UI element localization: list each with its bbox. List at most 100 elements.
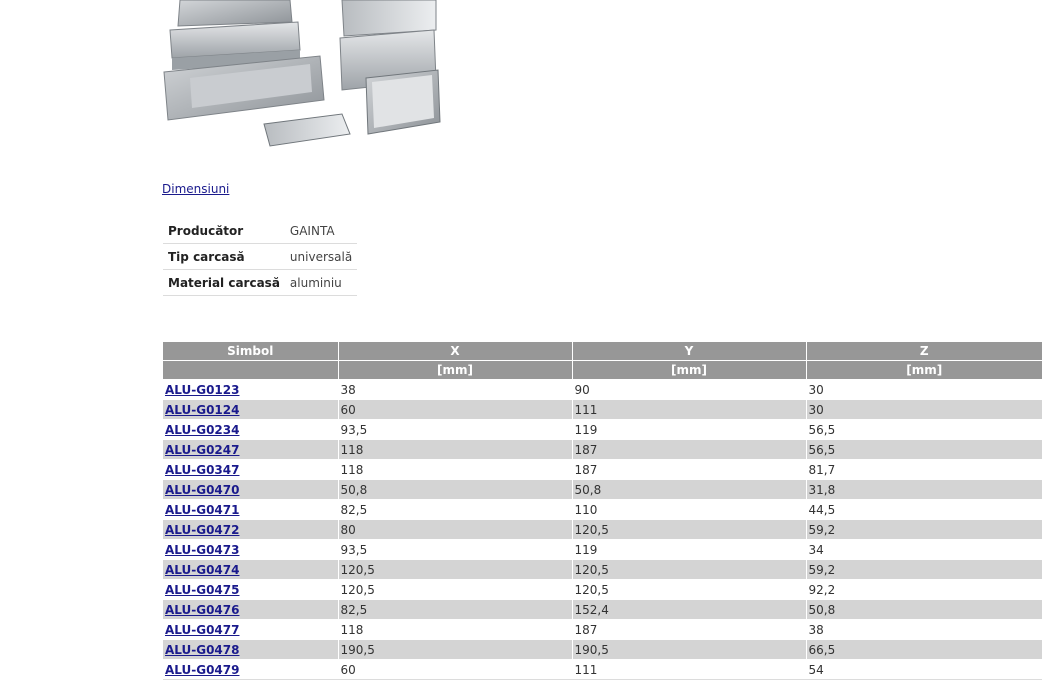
cell-y: 190,5 [571,639,806,660]
cell-x: 93,5 [337,539,572,560]
header-x: X [337,342,572,361]
table-row: ALU-G0473 93,5 119 34 [163,539,1042,560]
dimensions-table: Simbol X Y Z [mm] [mm] [mm] ALU-G0123 38 9… [163,342,1042,680]
product-symbol-link[interactable]: ALU-G0124 [165,403,239,417]
cell-x: 93,5 [337,419,572,440]
cell-x: 38 [337,379,572,400]
unit-x: [mm] [337,360,572,380]
cell-x: 60 [337,399,572,420]
product-symbol-link[interactable]: ALU-G0471 [165,503,239,517]
table-row: ALU-G0475 120,5 120,5 92,2 [163,579,1042,600]
cell-y: 119 [571,539,806,560]
product-symbol-link[interactable]: ALU-G0478 [165,643,239,657]
unit-symbol [163,360,338,380]
header-y: Y [571,342,806,361]
product-symbol-link[interactable]: ALU-G0247 [165,443,239,457]
cell-y: 50,8 [571,479,806,500]
cell-x: 190,5 [337,639,572,660]
cell-z: 38 [805,619,1042,640]
cell-symbol: ALU-G0123 [163,379,338,400]
cell-x: 120,5 [337,559,572,580]
cell-symbol: ALU-G0247 [163,439,338,460]
table-row: ALU-G0234 93,5 119 56,5 [163,419,1042,440]
cell-symbol: ALU-G0477 [163,619,338,640]
cell-x: 50,8 [337,479,572,500]
cell-x: 118 [337,459,572,480]
cell-z: 66,5 [805,639,1042,660]
header-z: Z [805,342,1042,361]
cell-symbol: ALU-G0347 [163,459,338,480]
table-row: ALU-G0478 190,5 190,5 66,5 [163,639,1042,660]
property-value: aluminiu [284,269,358,296]
table-row: ALU-G0470 50,8 50,8 31,8 [163,479,1042,500]
cell-z: 56,5 [805,419,1042,440]
cell-y: 120,5 [571,519,806,540]
cell-x: 60 [337,659,572,680]
product-symbol-link[interactable]: ALU-G0470 [165,483,239,497]
table-row: ALU-G0479 60 111 54 [163,659,1042,680]
cell-z: 92,2 [805,579,1042,600]
cell-symbol: ALU-G0473 [163,539,338,560]
cell-x: 118 [337,619,572,640]
product-symbol-link[interactable]: ALU-G0479 [165,663,239,677]
property-value: GAINTA [284,218,358,244]
property-row: Tip carcasă universală [163,243,358,270]
table-row: ALU-G0472 80 120,5 59,2 [163,519,1042,540]
cell-z: 59,2 [805,559,1042,580]
product-symbol-link[interactable]: ALU-G0477 [165,623,239,637]
property-label: Producător [163,218,285,244]
cell-x: 82,5 [337,499,572,520]
property-row: Producător GAINTA [163,218,358,244]
cell-z: 31,8 [805,479,1042,500]
unit-y: [mm] [571,360,806,380]
cell-z: 44,5 [805,499,1042,520]
cell-symbol: ALU-G0472 [163,519,338,540]
table-row: ALU-G0247 118 187 56,5 [163,439,1042,460]
cell-symbol: ALU-G0470 [163,479,338,500]
cell-symbol: ALU-G0474 [163,559,338,580]
cell-z: 30 [805,379,1042,400]
product-symbol-link[interactable]: ALU-G0474 [165,563,239,577]
cell-symbol: ALU-G0476 [163,599,338,620]
property-label: Tip carcasă [163,243,285,270]
cell-x: 118 [337,439,572,460]
product-symbol-link[interactable]: ALU-G0347 [165,463,239,477]
cell-y: 110 [571,499,806,520]
cell-y: 120,5 [571,559,806,580]
cell-symbol: ALU-G0479 [163,659,338,680]
product-symbol-link[interactable]: ALU-G0123 [165,383,239,397]
cell-z: 50,8 [805,599,1042,620]
cell-y: 187 [571,459,806,480]
product-symbol-link[interactable]: ALU-G0473 [165,543,239,557]
product-image [160,0,445,152]
table-header-row: Simbol X Y Z [163,342,1042,361]
table-row: ALU-G0474 120,5 120,5 59,2 [163,559,1042,580]
cell-y: 119 [571,419,806,440]
table-row: ALU-G0124 60 111 30 [163,399,1042,420]
table-row: ALU-G0476 82,5 152,4 50,8 [163,599,1042,620]
cell-symbol: ALU-G0475 [163,579,338,600]
product-symbol-link[interactable]: ALU-G0234 [165,423,239,437]
cell-y: 111 [571,399,806,420]
cell-y: 187 [571,439,806,460]
cell-z: 59,2 [805,519,1042,540]
header-symbol: Simbol [163,342,338,361]
dimensions-link[interactable]: Dimensiuni [162,182,229,196]
product-symbol-link[interactable]: ALU-G0476 [165,603,239,617]
product-symbol-link[interactable]: ALU-G0472 [165,523,239,537]
cell-x: 120,5 [337,579,572,600]
product-symbol-link[interactable]: ALU-G0475 [165,583,239,597]
cell-symbol: ALU-G0234 [163,419,338,440]
cell-z: 56,5 [805,439,1042,460]
cell-symbol: ALU-G0478 [163,639,338,660]
cell-y: 187 [571,619,806,640]
cell-z: 30 [805,399,1042,420]
cell-y: 111 [571,659,806,680]
unit-z: [mm] [805,360,1042,380]
table-row: ALU-G0123 38 90 30 [163,379,1042,400]
cell-symbol: ALU-G0471 [163,499,338,520]
table-row: ALU-G0347 118 187 81,7 [163,459,1042,480]
table-units-row: [mm] [mm] [mm] [163,360,1042,380]
cell-symbol: ALU-G0124 [163,399,338,420]
cell-z: 81,7 [805,459,1042,480]
